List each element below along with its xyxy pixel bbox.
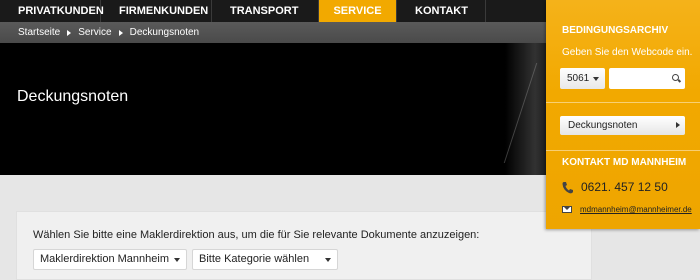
webcode-input[interactable] [609,68,685,89]
chevron-down-icon [593,77,599,81]
nav-item-service[interactable]: SERVICE [319,0,397,22]
direktion-select[interactable]: Maklerdirektion Mannheim [33,249,187,270]
nav-item-privatkunden[interactable]: PRIVATKUNDEN [0,0,104,22]
archive-title: BEDINGUNGSARCHIV [562,25,669,36]
mail-icon [562,206,572,213]
divider [546,150,700,151]
breadcrumb-service[interactable]: Service [78,27,111,38]
sidebar-panel: BEDINGUNGSARCHIV Geben Sie den Webcode e… [546,0,700,229]
page-title: Deckungsnoten [17,88,129,105]
webcode-hint: Geben Sie den Webcode ein. [562,47,693,58]
chevron-right-icon [118,29,123,36]
webcode-select-value: 5061 [567,73,590,84]
email-link[interactable]: mdmannheim@mannheimer.de [580,205,692,214]
deckungsnoten-button[interactable]: Deckungsnoten [560,116,685,135]
chevron-down-icon [325,258,331,262]
divider [546,102,700,103]
nav-item-kontakt[interactable]: KONTAKT [397,0,486,22]
breadcrumb-startseite[interactable]: Startseite [18,27,60,38]
nav-item-firmenkunden[interactable]: FIRMENKUNDEN [101,0,212,22]
breadcrumb-current: Deckungsnoten [129,27,200,38]
deckungsnoten-button-label: Deckungsnoten [568,120,638,131]
chevron-right-icon [67,29,72,36]
phone-icon [562,181,573,193]
chevron-right-icon [676,122,680,128]
phone-number: 0621. 457 12 50 [581,180,668,194]
nav-item-transport[interactable]: TRANSPORT [212,0,319,22]
intro-text: Wählen Sie bitte eine Maklerdirektion au… [33,229,480,241]
email-row: mdmannheim@mannheimer.de [562,205,692,214]
content-box: Wählen Sie bitte eine Maklerdirektion au… [16,211,592,280]
direktion-select-value: Maklerdirektion Mannheim [40,253,169,265]
kategorie-select-value: Bitte Kategorie wählen [199,253,310,265]
chevron-down-icon [174,258,180,262]
phone-row: 0621. 457 12 50 [562,180,668,194]
kategorie-select[interactable]: Bitte Kategorie wählen [192,249,338,270]
contact-title: KONTAKT MD MANNHEIM [562,157,687,168]
webcode-select[interactable]: 5061 [560,68,605,89]
search-icon[interactable] [672,74,679,81]
